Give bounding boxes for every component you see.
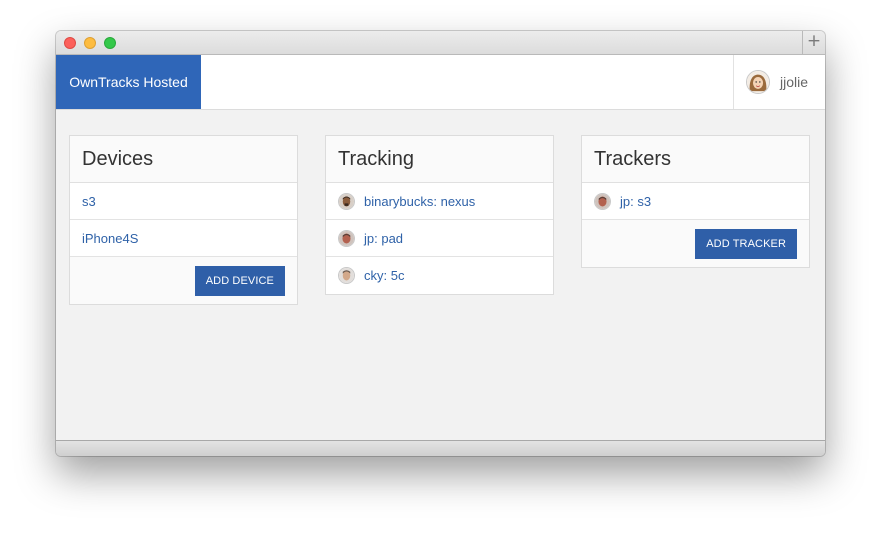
navbar: OwnTracks Hosted jjolie [56,55,825,110]
brand-link[interactable]: OwnTracks Hosted [56,55,201,109]
tracker-item[interactable]: jp: s3 [582,183,809,220]
new-tab-button[interactable]: + [802,31,825,54]
user-avatar [338,192,355,210]
zoom-window-button[interactable] [104,37,116,49]
tracker-link[interactable]: jp: s3 [620,194,651,209]
device-item[interactable]: iPhone4S [70,220,297,257]
tracking-item[interactable]: binarybucks: nexus [326,183,553,220]
tracking-item[interactable]: cky: 5c [326,257,553,294]
tracking-item[interactable]: jp: pad [326,220,553,257]
devices-footer: ADD DEVICE [70,257,297,304]
user-avatar [746,70,770,94]
minimize-window-button[interactable] [84,37,96,49]
device-item[interactable]: s3 [70,183,297,220]
tracking-link[interactable]: jp: pad [364,231,403,246]
user-menu[interactable]: jjolie [733,55,825,109]
browser-window: + OwnTracks Hosted jjolie Devices s3 iPh… [56,31,825,456]
trackers-footer: ADD TRACKER [582,220,809,267]
tracking-link[interactable]: binarybucks: nexus [364,194,475,209]
title-bar: + [56,31,825,55]
user-name: jjolie [780,74,809,90]
devices-title: Devices [70,136,297,183]
devices-panel: Devices s3 iPhone4S ADD DEVICE [69,135,298,305]
device-link[interactable]: s3 [82,194,96,209]
close-window-button[interactable] [64,37,76,49]
trackers-title: Trackers [582,136,809,183]
window-bottom-bar [56,440,825,456]
add-tracker-button[interactable]: ADD TRACKER [695,228,797,259]
tracking-panel: Tracking binarybucks: nexus jp: pad cky:… [325,135,554,295]
user-avatar [594,192,611,210]
device-link[interactable]: iPhone4S [82,231,138,246]
user-avatar [338,229,355,247]
user-avatar [338,267,355,284]
tracking-link[interactable]: cky: 5c [364,268,404,283]
tracking-title: Tracking [326,136,553,183]
trackers-panel: Trackers jp: s3 ADD TRACKER [581,135,810,268]
add-device-button[interactable]: ADD DEVICE [194,265,285,296]
